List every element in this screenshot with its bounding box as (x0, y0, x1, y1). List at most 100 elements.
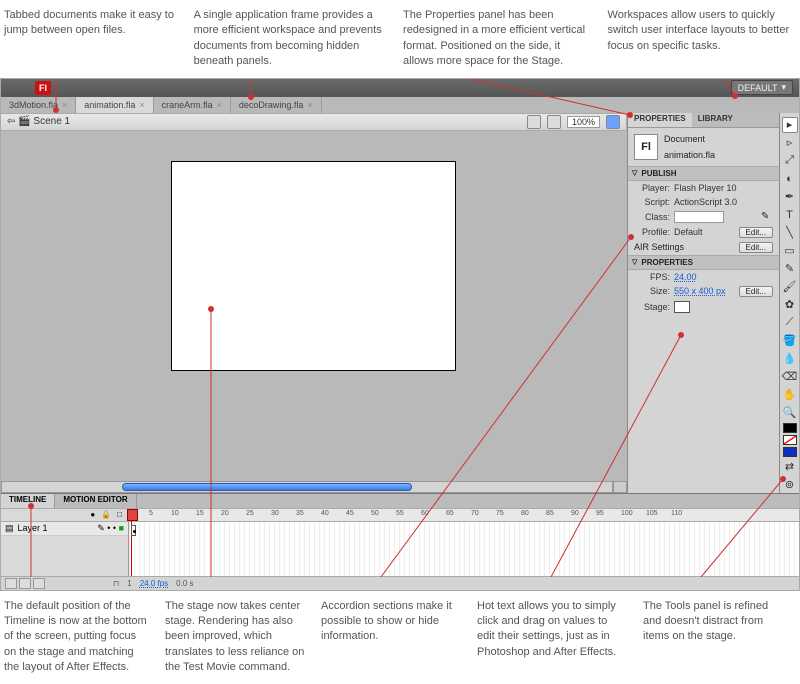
subselection-tool-icon[interactable]: ▹ (782, 135, 798, 151)
eye-icon[interactable]: ● (90, 510, 95, 519)
edit-scene-button[interactable] (527, 115, 541, 129)
close-icon[interactable]: × (139, 100, 144, 110)
fill-color-swatch[interactable] (783, 447, 797, 457)
zoom-tool-icon[interactable]: 🔍 (782, 405, 798, 421)
onion-skin-icon[interactable]: ⊓ (113, 579, 119, 588)
eraser-tool-icon[interactable]: ⌫ (782, 369, 798, 385)
line-tool-icon[interactable]: ╲ (782, 225, 798, 241)
frame-grid[interactable] (129, 522, 799, 576)
snap-icon[interactable]: ⊚ (782, 477, 798, 493)
zoom-level[interactable]: 100% (567, 116, 600, 128)
frame-ruler[interactable]: 1510152025303540455055606570758085909510… (129, 509, 799, 522)
layer-icon: ▤ (5, 523, 14, 534)
selection-tool-icon[interactable]: ▸ (782, 117, 798, 133)
view-options-button[interactable] (606, 115, 620, 129)
close-icon[interactable]: × (62, 100, 67, 110)
deco-tool-icon[interactable]: ✿ (782, 297, 798, 313)
panel-tab-bar: PROPERTIES LIBRARY (628, 113, 779, 128)
app-logo-icon: Fl (35, 81, 51, 95)
rectangle-tool-icon[interactable]: ▭ (782, 243, 798, 259)
stage-canvas[interactable] (171, 161, 456, 371)
callout-hottext: Hot text allows you to simply click and … (477, 599, 627, 676)
edit-symbol-button[interactable] (547, 115, 561, 129)
document-icon: Fl (634, 134, 658, 160)
frames-area[interactable]: 1510152025303540455055606570758085909510… (129, 509, 799, 576)
scroll-corner (613, 481, 627, 493)
close-icon[interactable]: × (307, 100, 312, 110)
outline-icon[interactable]: □ (117, 510, 122, 519)
delete-layer-button[interactable] (33, 578, 45, 589)
tab-timeline[interactable]: TIMELINE (1, 494, 55, 508)
top-callouts: Tabbed documents make it easy to jump be… (0, 0, 800, 78)
doc-tab[interactable]: craneArm.fla× (154, 97, 231, 113)
document-type: Document (664, 134, 715, 144)
document-tab-bar: 3dMotion.fla× animation.fla× craneArm.fl… (1, 97, 799, 113)
script-value: ActionScript 3.0 (674, 197, 737, 207)
hand-tool-icon[interactable]: ✋ (782, 387, 798, 403)
edit-profile-button[interactable]: Edit... (739, 227, 773, 238)
tab-properties[interactable]: PROPERTIES (628, 113, 692, 127)
tab-library[interactable]: LIBRARY (692, 113, 739, 127)
app-bar: Fl DEFAULT ▾ (1, 79, 799, 97)
callout-stage: The stage now takes center stage. Render… (165, 599, 305, 676)
pencil-icon[interactable]: ✎ (761, 211, 773, 223)
new-layer-button[interactable] (5, 578, 17, 589)
scene-icon: 🎬 (18, 116, 30, 127)
edit-air-button[interactable]: Edit... (739, 242, 773, 253)
close-icon[interactable]: × (217, 100, 222, 110)
doc-tab[interactable]: 3dMotion.fla× (1, 97, 76, 113)
lasso-tool-icon[interactable]: ◐ (782, 171, 798, 187)
callout-tabs: Tabbed documents make it easy to jump be… (4, 8, 178, 70)
accordion-publish[interactable]: PUBLISH (628, 166, 779, 181)
no-color-icon[interactable] (783, 435, 797, 445)
paint-bucket-tool-icon[interactable]: 🪣 (782, 333, 798, 349)
horizontal-scrollbar[interactable] (1, 481, 613, 493)
workspace-switcher[interactable]: DEFAULT ▾ (731, 80, 793, 95)
player-value: Flash Player 10 (674, 183, 737, 193)
main-row: ⇦ 🎬 Scene 1 100% PROP (1, 113, 799, 493)
class-input[interactable] (674, 211, 724, 223)
scene-bar: ⇦ 🎬 Scene 1 100% (1, 113, 627, 131)
timeline-tab-bar: TIMELINE MOTION EDITOR (1, 494, 799, 508)
timeline-panel: TIMELINE MOTION EDITOR ● 🔒 □ ▤ Layer 1 ✎… (1, 493, 799, 590)
status-fps[interactable]: 24.0 fps (140, 579, 168, 588)
callout-workspaces: Workspaces allow users to quickly switch… (608, 8, 796, 70)
free-transform-tool-icon[interactable]: ⤢ (782, 153, 798, 169)
bone-tool-icon[interactable]: ⟋ (782, 315, 798, 331)
keyframe[interactable] (131, 525, 136, 536)
doc-tab[interactable]: decoDrawing.fla× (231, 97, 322, 113)
callout-accordion: Accordion sections make it possible to s… (321, 599, 461, 676)
bottom-callouts: The default position of the Timeline is … (0, 591, 800, 684)
tab-motion-editor[interactable]: MOTION EDITOR (55, 494, 136, 508)
pen-tool-icon[interactable]: ✒ (782, 189, 798, 205)
layer-row[interactable]: ▤ Layer 1 ✎ • • ■ (1, 522, 128, 536)
fps-value[interactable]: 24.00 (674, 272, 697, 282)
stage-area[interactable] (1, 131, 627, 493)
properties-panel: PROPERTIES LIBRARY Fl Document animation… (627, 113, 779, 493)
stroke-color-swatch[interactable] (783, 423, 797, 433)
back-icon[interactable]: ⇦ (7, 116, 15, 127)
air-label: AIR Settings (634, 242, 704, 252)
scrollbar-thumb[interactable] (122, 483, 412, 491)
stage-color-swatch[interactable] (674, 301, 690, 313)
brush-tool-icon[interactable]: 🖌 (782, 279, 798, 295)
new-folder-button[interactable] (19, 578, 31, 589)
accordion-properties[interactable]: PROPERTIES (628, 255, 779, 270)
pencil-tool-icon[interactable]: ✎ (782, 261, 798, 277)
size-value[interactable]: 550 x 400 px (674, 286, 726, 296)
tools-panel: ▸ ▹ ⤢ ◐ ✒ T ╲ ▭ ✎ 🖌 ✿ ⟋ 🪣 💧 ⌫ ✋ 🔍 ⇄ ⊚ (779, 113, 799, 493)
callout-properties: The Properties panel has been redesigned… (403, 8, 591, 70)
playhead[interactable] (131, 509, 132, 576)
current-frame: 1 (127, 579, 131, 588)
lock-icon[interactable]: 🔒 (101, 510, 111, 519)
edit-size-button[interactable]: Edit... (739, 286, 773, 297)
swap-colors-icon[interactable]: ⇄ (782, 459, 798, 475)
doc-tab[interactable]: animation.fla× (76, 97, 153, 113)
text-tool-icon[interactable]: T (782, 207, 798, 223)
layer-header: ● 🔒 □ (1, 509, 128, 522)
eyedropper-tool-icon[interactable]: 💧 (782, 351, 798, 367)
document-header: Fl Document animation.fla (628, 128, 779, 166)
layer-name: Layer 1 (18, 523, 48, 533)
document-name: animation.fla (664, 150, 715, 160)
timeline-status-bar: ⊓ 1 24.0 fps 0.0 s (1, 576, 799, 590)
